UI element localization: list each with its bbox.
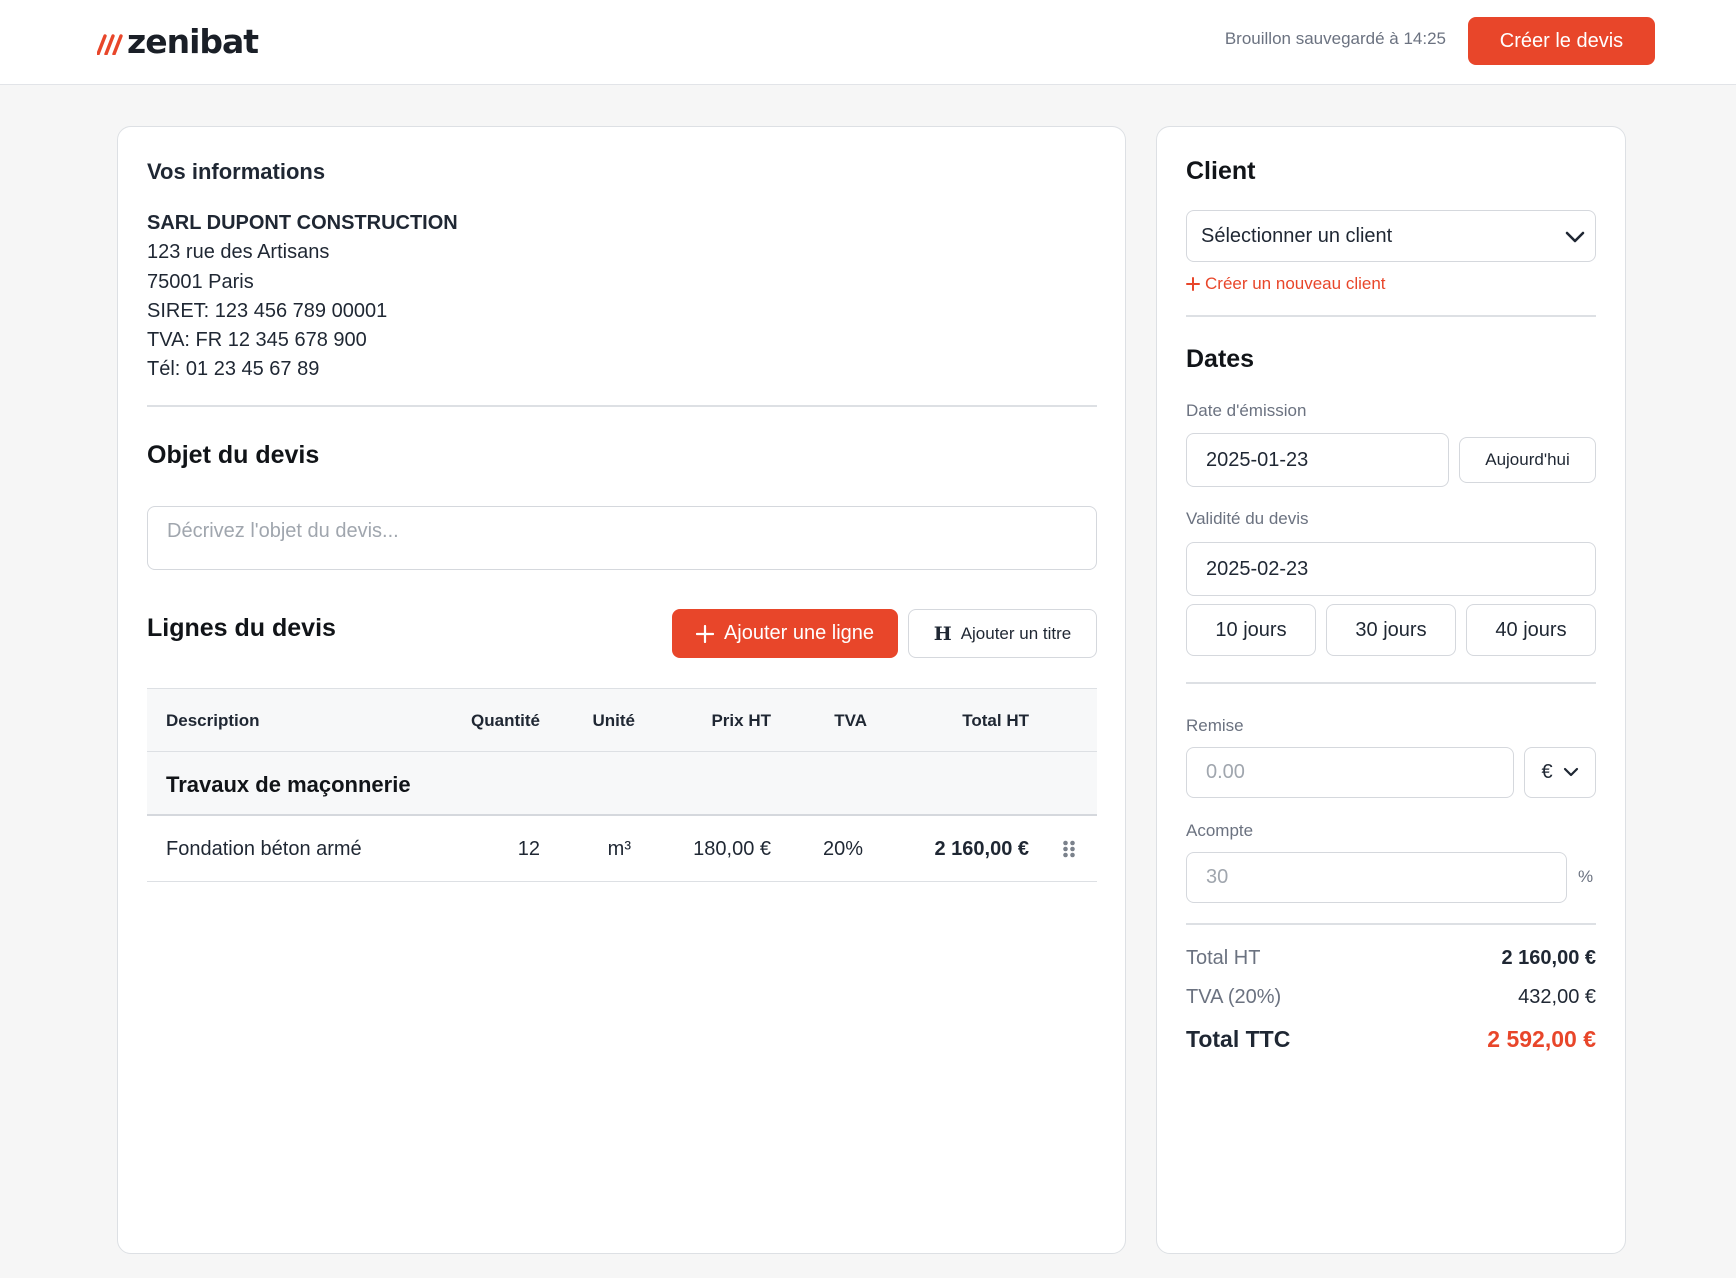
create-client-label: Créer un nouveau client [1205, 274, 1386, 293]
tva-label: TVA (20%) [1186, 986, 1282, 1008]
deposit-input[interactable]: 30 [1186, 852, 1567, 903]
row-price: 180,00 € [693, 838, 771, 860]
heading-icon: H [933, 622, 952, 645]
create-quote-button[interactable]: Créer le devis [1468, 17, 1655, 65]
col-quantity: Quantité [471, 711, 540, 730]
plus-icon [1186, 277, 1200, 291]
issue-date-value: 2025-01-23 [1206, 449, 1309, 471]
quote-editor-card: Vos informations SARL DUPONT CONSTRUCTIO… [117, 126, 1126, 1254]
object-placeholder: Décrivez l'objet du devis... [167, 520, 399, 542]
object-textarea[interactable]: Décrivez l'objet du devis... [147, 506, 1097, 570]
row-description: Fondation béton armé [166, 838, 362, 860]
client-select[interactable]: Sélectionner un client [1186, 210, 1596, 262]
chevron-down-icon [1565, 231, 1585, 243]
object-title: Objet du devis [147, 441, 320, 469]
add-line-label: Ajouter une ligne [723, 622, 875, 644]
col-price: Prix HT [711, 711, 771, 730]
section-title-row[interactable]: Travaux de maçonnerie [147, 752, 1097, 816]
issue-date-input[interactable]: 2025-01-23 [1186, 433, 1449, 487]
company-section-title: Vos informations [147, 159, 326, 184]
today-button[interactable]: Aujourd'hui [1459, 437, 1596, 483]
row-quantity: 12 [517, 838, 540, 860]
divider [1186, 315, 1596, 317]
deposit-unit: % [1578, 867, 1594, 886]
total-ht-value: 2 160,00 € [1501, 947, 1596, 969]
create-client-link[interactable]: Créer un nouveau client [1186, 274, 1386, 294]
dates-title: Dates [1186, 345, 1255, 373]
deposit-label: Acompte [1186, 821, 1254, 840]
discount-currency: € [1541, 761, 1553, 783]
add-title-button[interactable]: H Ajouter un titre [908, 609, 1097, 658]
company-phone: Tél: 01 23 45 67 89 [147, 358, 320, 381]
tva-value: 432,00 € [1518, 986, 1596, 1008]
col-description: Description [166, 711, 260, 730]
top-bar: zenibat Brouillon sauvegardé à 14:25 Cré… [0, 0, 1736, 85]
company-info: SARL DUPONT CONSTRUCTION 123 rue des Art… [147, 209, 458, 385]
section-title-label: Travaux de maçonnerie [166, 772, 411, 797]
company-siret: SIRET: 123 456 789 00001 [147, 299, 388, 322]
col-total: Total HT [962, 711, 1029, 730]
discount-input[interactable]: 0.00 [1186, 747, 1514, 798]
row-unit: m³ [607, 838, 631, 860]
issue-date-label: Date d'émission [1186, 401, 1307, 420]
chevron-down-icon [1563, 767, 1578, 777]
table-row[interactable]: Fondation béton armé 12 m³ 180,00 € 20% … [147, 816, 1097, 882]
validity-40-days-button[interactable]: 40 jours [1466, 604, 1596, 656]
add-title-label: Ajouter un titre [960, 623, 1072, 643]
validity-label: Validité du devis [1186, 509, 1309, 528]
col-tva: TVA [834, 711, 867, 730]
add-line-button[interactable]: Ajouter une ligne [672, 609, 898, 658]
client-title: Client [1186, 157, 1256, 185]
table-header: Description Quantité Unité Prix HT TVA T… [147, 688, 1097, 752]
validity-date-input[interactable]: 2025-02-23 [1186, 542, 1596, 596]
company-city: 75001 Paris [147, 270, 254, 293]
total-ttc-value: 2 592,00 € [1487, 1026, 1596, 1052]
client-select-value: Sélectionner un client [1201, 225, 1393, 247]
company-tva: TVA: FR 12 345 678 900 [147, 329, 367, 352]
col-unit: Unité [592, 711, 636, 730]
draft-status: Brouillon sauvegardé à 14:25 [1224, 29, 1446, 48]
divider [1186, 923, 1596, 925]
row-tva: 20% [822, 838, 863, 860]
deposit-placeholder: 30 [1206, 866, 1229, 888]
logo-slashes-icon [97, 34, 123, 55]
discount-type-select[interactable]: € [1524, 747, 1596, 798]
plus-icon [695, 624, 714, 643]
total-ttc-label: Total TTC [1186, 1026, 1291, 1052]
drag-handle-icon[interactable] [1062, 840, 1076, 858]
company-name: SARL DUPONT CONSTRUCTION [147, 212, 458, 234]
brand-name: zenibat [127, 22, 259, 61]
divider [1186, 682, 1596, 684]
quote-settings-card: Client Sélectionner un client Créer un n… [1156, 126, 1626, 1254]
discount-placeholder: 0.00 [1206, 761, 1245, 783]
divider [147, 405, 1097, 407]
brand-logo[interactable]: zenibat [97, 22, 259, 62]
validity-30-days-button[interactable]: 30 jours [1326, 604, 1456, 656]
discount-label: Remise [1186, 716, 1244, 735]
total-ht-label: Total HT [1186, 947, 1261, 969]
company-address: 123 rue des Artisans [147, 241, 330, 264]
lines-title: Lignes du devis [147, 614, 336, 642]
validity-10-days-button[interactable]: 10 jours [1186, 604, 1316, 656]
validity-date-value: 2025-02-23 [1206, 558, 1309, 580]
row-total: 2 160,00 € [934, 838, 1029, 860]
